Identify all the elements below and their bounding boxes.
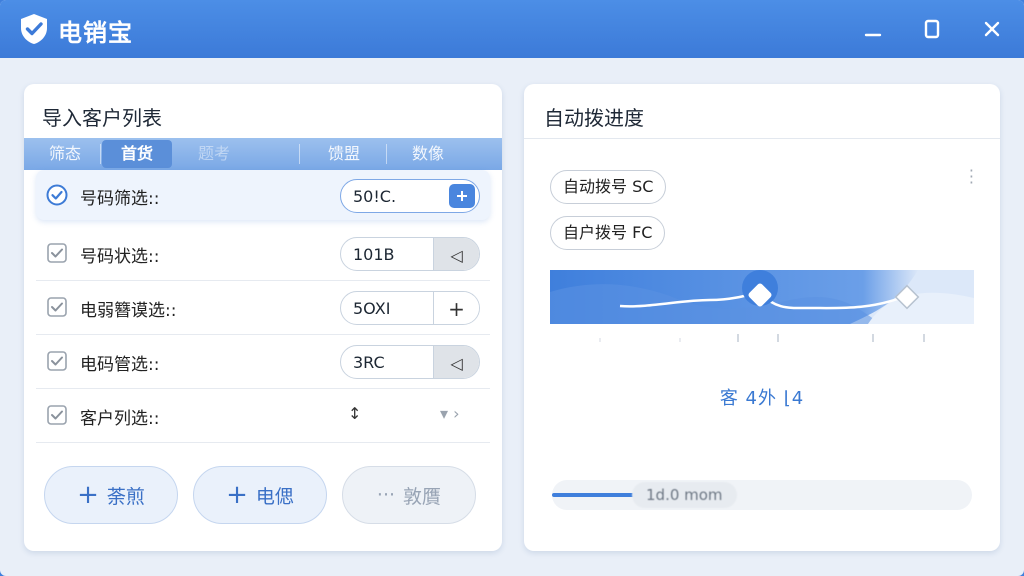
field-value: 3RC [353, 353, 385, 372]
filter-value-field[interactable]: 50!C. [340, 179, 480, 213]
shield-check-icon [21, 14, 47, 44]
close-icon [984, 21, 1000, 37]
dial-progress-panel: 自动拨进度 自动拨号 SC 自户拨号 FC · · · 客 4外 ⌊4 1d.0… [524, 84, 1000, 551]
plus-icon: + [77, 480, 99, 510]
button-label: 敦贋 [403, 485, 442, 508]
filter-value-field[interactable]: 101B ◁ [340, 237, 480, 271]
progress-fill [552, 493, 636, 497]
dial-status-text: 客 4外 ⌊4 [719, 388, 805, 409]
filter-label: 号码筛选:: [80, 189, 160, 209]
filter-label: 电码管选:: [80, 355, 160, 375]
row-divider [36, 280, 490, 281]
filter-row[interactable]: 号码筛选:: 50!C. [36, 170, 490, 220]
tab-bar: 筛态 首货 题考 馈盟 数像 [24, 138, 502, 170]
auto-dial-tag[interactable]: 自动拨号 SC [550, 170, 667, 204]
tab-5[interactable]: 数像 [388, 138, 468, 170]
row-divider [36, 442, 490, 443]
filter-row[interactable]: 客户列选:: ↕ ▾ › [36, 390, 490, 440]
tab-3[interactable]: 题考 [174, 138, 254, 170]
more-vertical-icon[interactable]: · · · [969, 163, 974, 191]
arrow-icon[interactable]: ◁ [433, 346, 479, 378]
button-label: 荼煎 [106, 485, 145, 508]
checkbox-icon[interactable] [46, 242, 68, 264]
filter-row[interactable]: 号码状选:: 101B ◁ [36, 228, 490, 278]
plus-icon: + [226, 480, 248, 510]
more-button[interactable]: ··· 敦贋 [342, 466, 476, 524]
field-value: 50!C. [353, 187, 397, 206]
filter-value-field[interactable]: 3RC ◁ [340, 345, 480, 379]
filter-label: 客户列选:: [80, 409, 160, 429]
maximize-icon [924, 19, 940, 39]
progress-label: 1d.0 mom [632, 482, 737, 508]
tab-separator [299, 144, 300, 164]
manual-dial-tag[interactable]: 自户拨号 FC [550, 216, 666, 250]
field-value: 101B [353, 245, 395, 264]
maximize-button[interactable] [917, 14, 947, 44]
checkbox-icon[interactable] [46, 296, 68, 318]
add-button-2[interactable]: + 电偲 [193, 466, 327, 524]
tab-1[interactable]: 筛态 [30, 138, 100, 170]
checkbox-icon[interactable] [46, 404, 68, 426]
title-bar: 电销宝 [0, 0, 1024, 58]
tick-marks [599, 334, 925, 342]
minimize-icon [864, 33, 882, 37]
import-customers-panel: 导入客户列表 筛态 首货 题考 馈盟 数像 号码筛选:: 50!C. 号码状选:… [24, 84, 502, 551]
tab-separator [386, 144, 387, 164]
dropdown-icon[interactable]: ▾ › [440, 404, 460, 423]
progress-bar[interactable]: 1d.0 mom [552, 480, 972, 510]
minimize-button[interactable] [858, 14, 888, 44]
app-window: 电销宝 导入客户列表 筛态 首货 题考 馈盟 数像 号码筛选:: 50!C. 号… [0, 0, 1024, 576]
tab-4[interactable]: 馈盟 [304, 138, 384, 170]
row-divider [36, 334, 490, 335]
filter-label: 电弱簪谟选:: [80, 301, 177, 321]
filter-value-field[interactable]: 5OXI + [340, 291, 480, 325]
ellipsis-icon: ··· [376, 484, 396, 506]
filter-row[interactable]: 电弱簪谟选:: 5OXI + [36, 282, 490, 332]
plus-arrow-icon[interactable] [449, 184, 475, 208]
checkbox-icon[interactable] [46, 350, 68, 372]
sort-icon[interactable]: ↕ [348, 404, 361, 423]
field-value: 5OXI [353, 299, 391, 318]
progress-wave-graphic[interactable] [550, 270, 974, 324]
tab-2[interactable]: 首货 [102, 140, 172, 168]
panel-divider [524, 138, 1000, 139]
button-label: 电偲 [255, 485, 294, 508]
add-button-1[interactable]: + 荼煎 [44, 466, 178, 524]
panel-title: 自动拨进度 [544, 106, 644, 130]
plus-icon[interactable]: + [433, 292, 479, 324]
arrow-icon[interactable]: ◁ [433, 238, 479, 270]
close-button[interactable] [977, 14, 1007, 44]
check-circle-icon[interactable] [46, 184, 68, 206]
filter-row[interactable]: 电码管选:: 3RC ◁ [36, 336, 490, 386]
panel-title: 导入客户列表 [42, 106, 162, 130]
filter-label: 号码状选:: [80, 247, 160, 267]
tab-separator [100, 144, 101, 164]
row-divider [36, 388, 490, 389]
app-title: 电销宝 [58, 19, 133, 47]
